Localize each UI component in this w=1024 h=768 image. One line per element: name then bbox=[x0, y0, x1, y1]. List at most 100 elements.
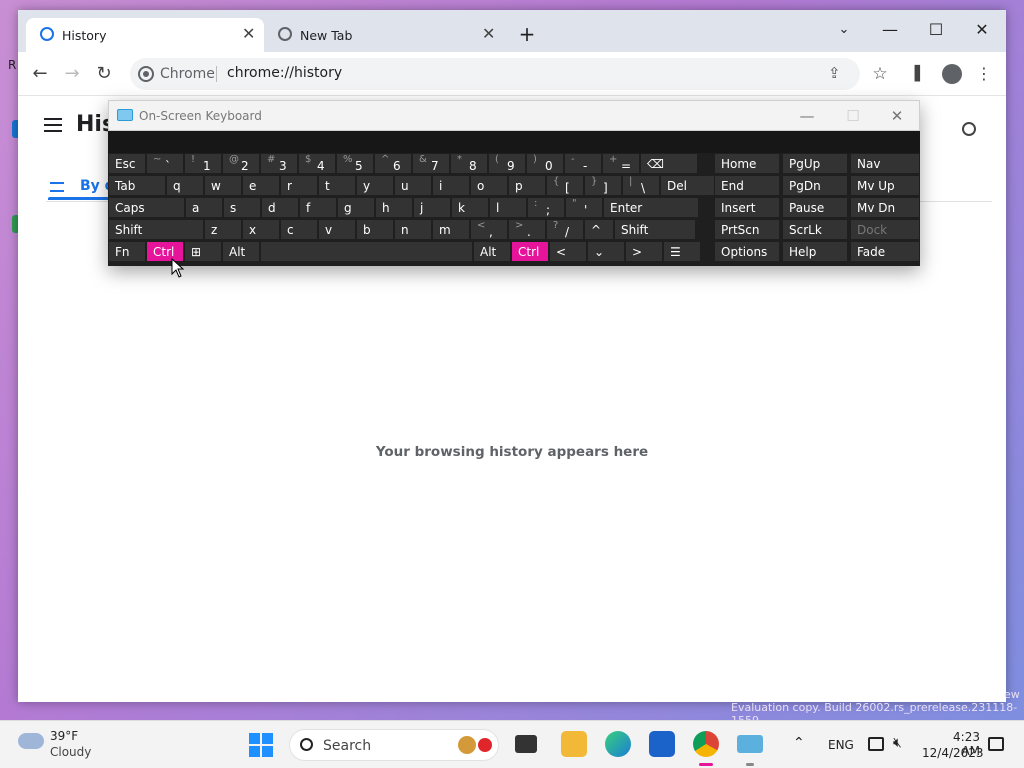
osk-key[interactable] bbox=[260, 241, 473, 262]
osk-key[interactable]: p bbox=[508, 175, 546, 196]
tab-history[interactable]: History ✕ bbox=[26, 18, 264, 52]
osk-nav-key[interactable]: Pause bbox=[782, 197, 848, 218]
osk-key[interactable]: x bbox=[242, 219, 280, 240]
chrome-icon[interactable] bbox=[693, 731, 719, 757]
osk-key[interactable]: $4 bbox=[298, 153, 336, 174]
osk-key[interactable]: v bbox=[318, 219, 356, 240]
back-button[interactable]: ← bbox=[26, 60, 54, 88]
osk-key[interactable]: Del bbox=[660, 175, 718, 196]
osk-key[interactable]: l bbox=[489, 197, 527, 218]
osk-key[interactable]: Enter bbox=[603, 197, 699, 218]
osk-nav-key[interactable]: PrtScn bbox=[714, 219, 780, 240]
bookmark-star-icon[interactable]: ☆ bbox=[866, 60, 894, 88]
osk-key[interactable]: c bbox=[280, 219, 318, 240]
clock-date[interactable]: 12/4/2023 bbox=[922, 746, 984, 760]
osk-key[interactable]: z bbox=[204, 219, 242, 240]
osk-key[interactable]: <, bbox=[470, 219, 508, 240]
osk-nav-key[interactable]: Help bbox=[782, 241, 848, 262]
osk-key[interactable]: }] bbox=[584, 175, 622, 196]
osk-key[interactable]: u bbox=[394, 175, 432, 196]
maximize-button[interactable]: ☐ bbox=[916, 16, 956, 44]
forward-button[interactable]: → bbox=[58, 60, 86, 88]
osk-key[interactable]: ⌄ bbox=[587, 241, 625, 262]
taskbar-search[interactable]: Search bbox=[289, 729, 499, 761]
start-windows-icon[interactable] bbox=[249, 733, 273, 757]
osk-nav-key[interactable]: End bbox=[714, 175, 780, 196]
weather-description[interactable]: Cloudy bbox=[50, 745, 91, 759]
osk-key[interactable]: + = bbox=[602, 153, 640, 174]
url-text[interactable]: chrome://history bbox=[227, 65, 342, 81]
hamburger-menu-icon[interactable] bbox=[44, 118, 62, 132]
osk-key[interactable]: Caps bbox=[108, 197, 185, 218]
notification-icon[interactable] bbox=[988, 737, 1004, 751]
osk-key[interactable]: m bbox=[432, 219, 470, 240]
osk-nav-key[interactable]: Fade bbox=[850, 241, 920, 262]
show-hidden-icons-chevron-icon[interactable]: ⌃ bbox=[793, 735, 805, 751]
osk-key[interactable]: y bbox=[356, 175, 394, 196]
osk-nav-key[interactable]: Insert bbox=[714, 197, 780, 218]
osk-key[interactable]: (9 bbox=[488, 153, 526, 174]
osk-key[interactable]: | \ bbox=[622, 175, 660, 196]
osk-key[interactable]: w bbox=[204, 175, 242, 196]
menu-kebab-icon[interactable]: ⋮ bbox=[970, 60, 998, 88]
share-icon[interactable]: ⇪ bbox=[828, 64, 841, 82]
osk-key[interactable]: ^ bbox=[584, 219, 614, 240]
osk-key[interactable]: & 7 bbox=[412, 153, 450, 174]
close-icon[interactable]: ✕ bbox=[242, 24, 255, 43]
osk-key[interactable]: Alt bbox=[473, 241, 511, 262]
osk-key[interactable]: f bbox=[299, 197, 337, 218]
osk-key[interactable]: a bbox=[185, 197, 223, 218]
osk-key[interactable]: ) 0 bbox=[526, 153, 564, 174]
store-icon[interactable] bbox=[649, 731, 675, 757]
osk-key[interactable]: n bbox=[394, 219, 432, 240]
file-explorer-icon[interactable] bbox=[561, 731, 587, 757]
osk-nav-key[interactable]: PgDn bbox=[782, 175, 848, 196]
osk-key[interactable]: ^ 6 bbox=[374, 153, 412, 174]
osk-nav-key[interactable]: ScrLk bbox=[782, 219, 848, 240]
osk-nav-key[interactable]: Mv Up bbox=[850, 175, 920, 196]
osk-key[interactable]: e bbox=[242, 175, 280, 196]
language-indicator[interactable]: ENG bbox=[828, 738, 854, 752]
address-bar[interactable]: Chrome chrome://history ⇪ bbox=[130, 58, 860, 90]
osk-key[interactable]: r bbox=[280, 175, 318, 196]
osk-nav-key[interactable]: Nav bbox=[850, 153, 920, 174]
osk-nav-key[interactable]: PgUp bbox=[782, 153, 848, 174]
side-panel-icon[interactable]: ▌ bbox=[906, 60, 934, 88]
osk-key[interactable]: @2 bbox=[222, 153, 260, 174]
osk-key[interactable]: ! 1 bbox=[184, 153, 222, 174]
new-tab-button[interactable]: + bbox=[507, 20, 547, 48]
osk-key[interactable]: b bbox=[356, 219, 394, 240]
osk-key[interactable]: h bbox=[375, 197, 413, 218]
osk-key[interactable]: g bbox=[337, 197, 375, 218]
osk-key[interactable]: ⌫ bbox=[640, 153, 698, 174]
osk-key[interactable]: " ' bbox=[565, 197, 603, 218]
close-icon[interactable]: ✕ bbox=[482, 24, 495, 43]
osk-key[interactable]: Alt bbox=[222, 241, 260, 262]
osk-key[interactable]: i bbox=[432, 175, 470, 196]
osk-key[interactable]: Shift bbox=[614, 219, 696, 240]
osk-key[interactable]: k bbox=[451, 197, 489, 218]
osk-key[interactable]: j bbox=[413, 197, 451, 218]
osk-key[interactable]: Ctrl bbox=[511, 241, 549, 262]
osk-key[interactable]: Tab bbox=[108, 175, 166, 196]
search-icon[interactable] bbox=[962, 122, 976, 136]
osk-key[interactable]: ⊞ bbox=[184, 241, 222, 262]
osk-key[interactable]: % 5 bbox=[336, 153, 374, 174]
osk-key[interactable]: o bbox=[470, 175, 508, 196]
osk-key[interactable]: Shift bbox=[108, 219, 204, 240]
osk-key[interactable]: ~ ` bbox=[146, 153, 184, 174]
osk-key[interactable]: q bbox=[166, 175, 204, 196]
osk-key[interactable]: >. bbox=[508, 219, 546, 240]
tab-new-tab[interactable]: New Tab ✕ bbox=[268, 18, 506, 52]
osk-key[interactable]: Fn bbox=[108, 241, 146, 262]
osk-key[interactable]: * 8 bbox=[450, 153, 488, 174]
osk-key[interactable]: #3 bbox=[260, 153, 298, 174]
osk-key[interactable]: {[ bbox=[546, 175, 584, 196]
weather-temperature[interactable]: 39°F bbox=[50, 729, 78, 743]
osk-nav-key[interactable]: Home bbox=[714, 153, 780, 174]
profile-avatar-icon[interactable] bbox=[942, 64, 962, 84]
volume-muted-icon[interactable]: 🔇︎ bbox=[893, 735, 902, 751]
osk-key[interactable]: :; bbox=[527, 197, 565, 218]
weather-cloud-icon[interactable] bbox=[18, 733, 44, 749]
reload-button[interactable]: ↻ bbox=[90, 60, 118, 88]
